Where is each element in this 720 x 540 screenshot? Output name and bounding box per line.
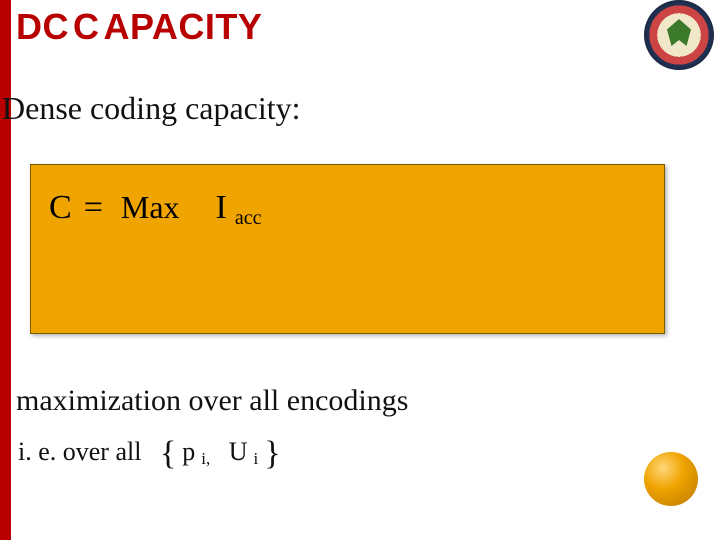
note2-item1: p (182, 437, 195, 467)
decorative-sphere (644, 452, 698, 506)
formula-panel: C = Max Iacc (30, 164, 665, 334)
formula: C = Max Iacc (49, 189, 646, 227)
brace-close: } (264, 440, 280, 467)
leaf-icon (664, 19, 694, 49)
formula-lhs: C (49, 189, 72, 227)
subtitle-text: Dense coding capacity: (2, 90, 301, 127)
note2-item2-sub: i (254, 449, 259, 469)
brace-open: { (160, 440, 176, 467)
title-prefix: DC (16, 6, 69, 48)
formula-subscript: acc (235, 207, 262, 230)
note-line-2: i. e. over all { p i, Ui } (18, 436, 281, 467)
formula-symbol: I (216, 189, 227, 227)
formula-equals: = (84, 189, 103, 227)
note2-item2: U (229, 437, 248, 467)
formula-operator: Max (121, 189, 180, 226)
title-word-rest: APACITY (104, 6, 263, 48)
accent-stripe (0, 0, 11, 540)
note2-prefix: i. e. over all (18, 437, 141, 467)
note2-item1-sub: i, (201, 449, 210, 469)
note-line-1: maximization over all encodings (16, 384, 408, 418)
slide-title: DC CAPACITY (16, 6, 262, 48)
title-word-first: C (73, 6, 100, 48)
institute-logo (644, 0, 714, 70)
